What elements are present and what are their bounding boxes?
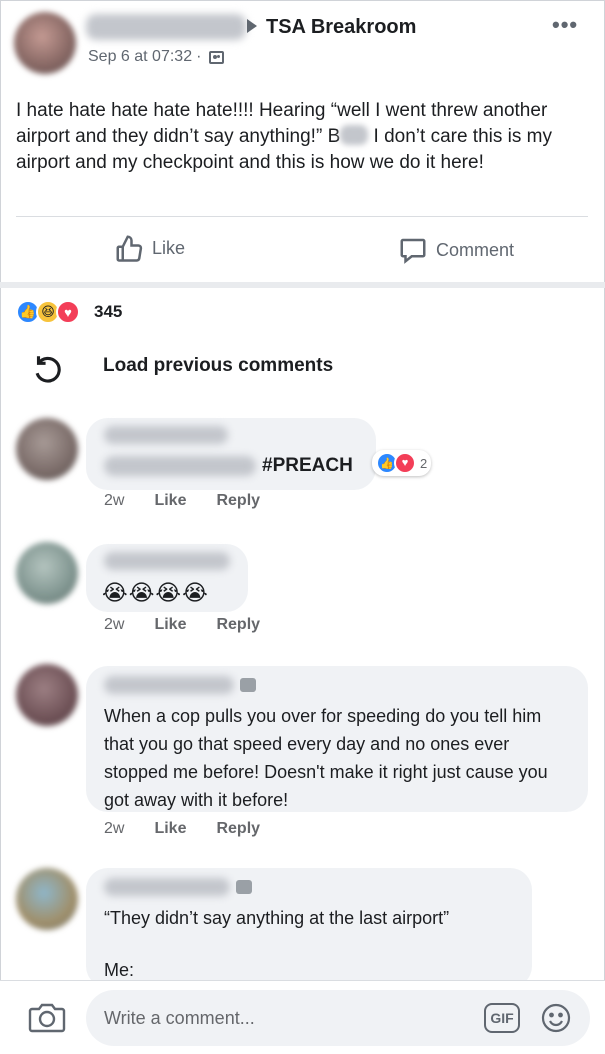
post-meta: Sep 6 at 07:32 · [88,48,225,66]
comment-like-button[interactable]: Like [154,820,186,838]
commenter-avatar[interactable] [16,664,78,726]
reaction-count[interactable]: 345 [94,302,122,322]
comment-time: 2w [104,616,125,633]
commenter-avatar[interactable] [16,418,78,480]
comment-text: 😭😭😭😭 [102,580,209,605]
post-date[interactable]: Sep 6 at 07:32 [88,48,192,66]
comment-like-button[interactable]: Like [154,616,186,634]
emoji-button[interactable] [540,1002,572,1034]
redacted-name [340,125,369,145]
load-previous-icon-wrap[interactable] [30,352,64,386]
commenter-avatar[interactable] [16,868,78,930]
comment-button[interactable]: Comment [398,235,514,265]
comment-reply-button[interactable]: Reply [216,616,260,634]
comment-like-button[interactable]: Like [154,492,186,510]
author-name-redacted[interactable] [86,14,246,40]
coffee-badge-icon [240,678,256,692]
gif-button[interactable]: GIF [484,1003,520,1033]
commenter-name-redacted[interactable] [104,426,228,444]
comment-text-line1: “They didn’t say anything at the last ai… [104,908,450,928]
group-audience-icon [209,50,225,64]
comment-reply-button[interactable]: Reply [216,492,260,510]
load-previous-comments[interactable]: Load previous comments [103,355,333,377]
comment-label: Comment [436,239,515,260]
group-name[interactable]: TSA Breakroom [266,16,416,39]
smiley-icon [541,1003,571,1033]
love-reaction-icon: ♥ [56,300,80,324]
arrow-right-icon [247,19,257,33]
comment-text: #PREACH [262,455,353,476]
redacted-tag [104,456,256,476]
thumbs-up-icon [116,235,143,262]
comment-time: 2w [104,492,125,509]
chat-badge-icon [236,880,252,894]
section-separator [0,282,605,288]
commenter-name-redacted[interactable] [104,878,230,896]
comment-reaction-count: 2 [420,455,428,471]
more-options-button[interactable]: ••• [552,12,578,38]
post-text: I hate hate hate hate hate!!!! Hearing “… [16,98,591,176]
camera-icon [28,1003,66,1033]
reload-icon [35,356,61,383]
commenter-name-redacted[interactable] [104,552,230,570]
commenter-avatar[interactable] [16,542,78,604]
reaction-summary[interactable]: 👍 😆 ♥ [16,300,80,324]
love-reaction-icon: ♥ [394,452,416,474]
comment-meta: 2w Like Reply [104,492,260,510]
comment-meta: 2w Like Reply [104,820,260,838]
author-avatar[interactable] [14,12,76,74]
comment-reply-button[interactable]: Reply [216,820,260,838]
comment-time: 2w [104,820,125,837]
comment-meta: 2w Like Reply [104,616,260,634]
camera-button[interactable] [28,1001,66,1033]
meta-separator: · [196,48,202,65]
comment-bubble-icon [400,238,426,264]
like-label: Like [152,237,186,258]
comment-text: When a cop pulls you over for speeding d… [104,706,548,810]
commenter-name-redacted[interactable] [104,676,234,694]
divider [16,216,588,217]
comment-reactions[interactable]: 👍 ♥ 2 [372,450,432,476]
like-button[interactable]: Like [114,233,185,263]
